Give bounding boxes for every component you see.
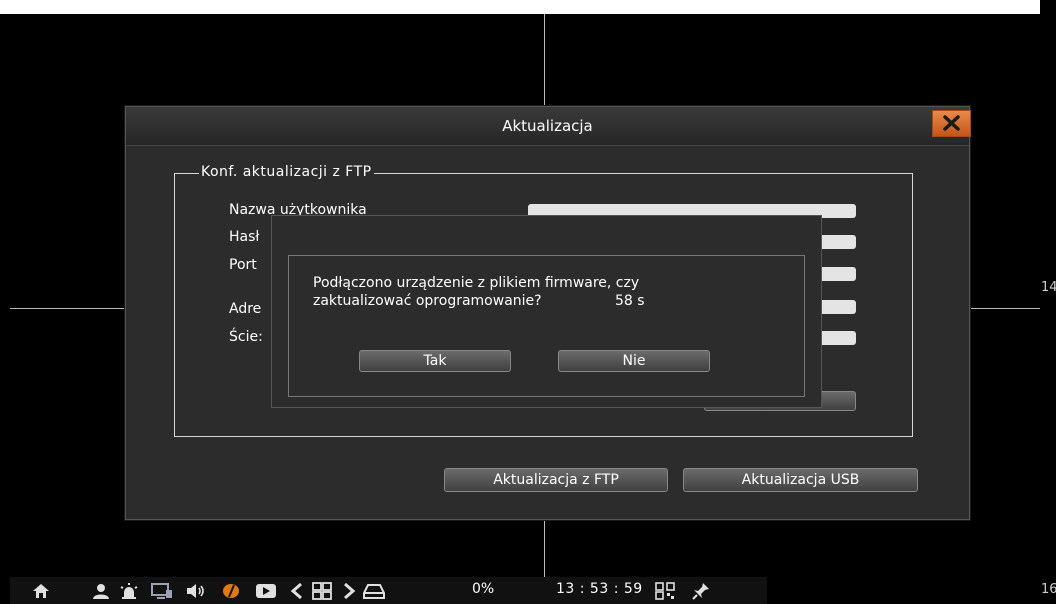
dialog-message-line1: Podłączono urządzenie z plikiem firmware… — [313, 275, 640, 291]
hdd-icon — [362, 581, 386, 601]
address-label: Adre — [229, 301, 262, 317]
window-title: Aktualizacja — [502, 117, 593, 135]
monitor-icon[interactable] — [150, 581, 174, 601]
grid-icon[interactable] — [310, 581, 334, 601]
prev-icon[interactable] — [288, 581, 306, 601]
close-icon — [943, 115, 960, 131]
close-button[interactable] — [932, 110, 971, 137]
window-title-bar: Aktualizacja — [126, 107, 971, 146]
password-label: Hasł — [229, 229, 260, 245]
path-label: Ście: — [229, 329, 263, 345]
ftp-config-legend: Konf. aktualizacji z FTP — [199, 164, 374, 180]
next-icon[interactable] — [340, 581, 358, 601]
dialog-countdown: 58 s — [615, 293, 645, 309]
port-label: Port — [229, 257, 257, 273]
speaker-icon[interactable] — [185, 581, 207, 601]
ftp-update-button[interactable]: Aktualizacja z FTP — [444, 468, 668, 492]
camera-grid-divider-right — [968, 308, 1040, 309]
right-edge — [1040, 0, 1056, 604]
home-icon[interactable] — [30, 581, 52, 601]
dialog-message-line2: zaktualizować oprogramowanie? — [313, 293, 542, 309]
hdd-usage-percent: 0% — [472, 581, 495, 597]
alarm-icon[interactable] — [118, 581, 140, 601]
taskbar: 0% 13 : 53 : 59 — [10, 577, 767, 604]
firmware-confirm-dialog: Podłączono urządzenie z plikiem firmware… — [271, 215, 822, 408]
usb-update-button[interactable]: Aktualizacja USB — [683, 468, 918, 492]
no-button[interactable]: Nie — [558, 350, 710, 372]
user-icon[interactable] — [90, 581, 112, 601]
edge-label-bottom: 16 — [1041, 582, 1056, 597]
camera-grid-divider-left — [10, 308, 125, 309]
pin-icon[interactable] — [690, 581, 712, 601]
edge-label-middle: 14 — [1041, 280, 1056, 295]
qr-icon[interactable] — [654, 581, 676, 601]
clock: 13 : 53 : 59 — [556, 581, 643, 597]
record-icon[interactable] — [220, 581, 242, 601]
yes-button[interactable]: Tak — [359, 350, 511, 372]
top-border — [0, 0, 1056, 14]
playback-icon[interactable] — [254, 581, 278, 601]
